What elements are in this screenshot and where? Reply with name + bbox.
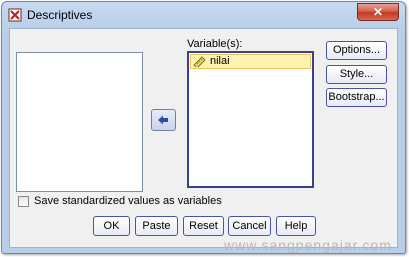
watermark: www.sangpengajar.com xyxy=(224,237,392,253)
title-bar[interactable]: Descriptives ✕ xyxy=(2,2,405,28)
variable-name: nilai xyxy=(210,55,230,67)
help-button[interactable]: Help xyxy=(276,216,316,236)
save-standardized-label: Save standardized values as variables xyxy=(34,195,222,207)
source-variable-list[interactable] xyxy=(16,52,143,192)
paste-button[interactable]: Paste xyxy=(135,216,178,236)
options-button[interactable]: Options... xyxy=(326,41,387,60)
dialog-body: Variable(s): nilai Options... Style... B… xyxy=(9,28,398,248)
descriptives-dialog: Descriptives ✕ Variable(s): nilai Option… xyxy=(1,1,406,254)
reset-button[interactable]: Reset xyxy=(183,216,224,236)
style-button[interactable]: Style... xyxy=(326,65,387,84)
spss-app-icon xyxy=(8,8,22,22)
save-standardized-checkbox[interactable] xyxy=(18,196,29,207)
move-variable-button[interactable] xyxy=(151,109,176,131)
bootstrap-button[interactable]: Bootstrap... xyxy=(326,88,387,107)
close-icon: ✕ xyxy=(372,5,384,19)
window-title: Descriptives xyxy=(27,8,93,22)
cancel-button[interactable]: Cancel xyxy=(228,216,271,236)
list-item[interactable]: nilai xyxy=(190,54,311,69)
close-button[interactable]: ✕ xyxy=(357,3,399,21)
ok-button[interactable]: OK xyxy=(93,216,130,236)
arrow-left-icon xyxy=(158,115,168,125)
variables-label: Variable(s): xyxy=(187,38,243,50)
target-variable-list[interactable]: nilai xyxy=(187,51,314,188)
scale-ruler-icon xyxy=(193,56,206,67)
